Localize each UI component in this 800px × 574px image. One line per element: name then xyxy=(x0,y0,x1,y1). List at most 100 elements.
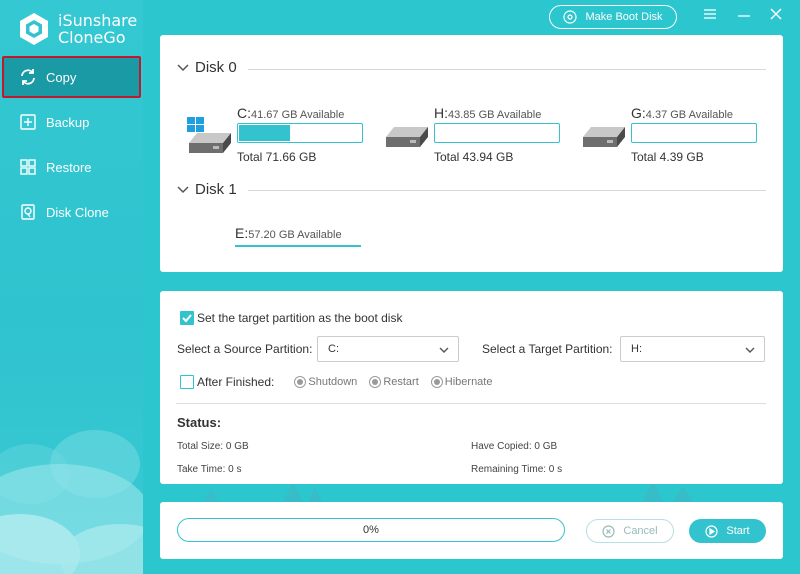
partition-available: 57.20 GB Available xyxy=(248,229,342,241)
source-label-text: Select a Source Partition: xyxy=(177,342,313,356)
boot-disk-label: Set the target partition as the boot dis… xyxy=(197,311,403,325)
status-take-time: Take Time: 0 s xyxy=(177,464,242,475)
partition-c-info: C:41.67 GB Available Total 71.66 GB xyxy=(237,105,385,164)
progress-percent: 0% xyxy=(363,524,379,536)
minimize-button[interactable] xyxy=(734,4,754,24)
drive-icon xyxy=(579,123,627,157)
clouds-decoration xyxy=(0,430,143,574)
partition-available: 41.67 GB Available xyxy=(251,109,345,121)
make-boot-disk-label: Make Boot Disk xyxy=(585,11,663,23)
close-button[interactable] xyxy=(766,4,786,24)
drive-icon xyxy=(382,123,430,157)
windows-drive-icon xyxy=(185,117,233,157)
menu-icon xyxy=(704,9,716,19)
menu-button[interactable] xyxy=(700,4,720,24)
radio-dot xyxy=(430,376,443,388)
divider xyxy=(176,403,766,404)
progress-bar: 0% xyxy=(177,518,565,542)
partition-total: Total 4.39 GB xyxy=(631,150,704,164)
divider xyxy=(248,69,766,70)
sidebar-item-disk-clone[interactable]: Disk Clone xyxy=(0,190,143,234)
partition-usage-bar xyxy=(631,123,757,143)
chevron-down-icon xyxy=(439,347,449,353)
status-remaining-time: Remaining Time: 0 s xyxy=(471,464,563,475)
target-label-text: Select a Target Partition: xyxy=(482,342,613,356)
partition-letter: H: xyxy=(434,105,448,121)
boot-disk-icon xyxy=(563,10,578,24)
sidebar-item-label: Copy xyxy=(46,69,77,85)
partition-available: 4.37 GB Available xyxy=(645,109,734,121)
sidebar-item-label: Restore xyxy=(46,159,92,175)
disk-clone-icon xyxy=(18,202,38,222)
boot-disk-option: Set the target partition as the boot dis… xyxy=(180,311,402,325)
partition-available: 43.85 GB Available xyxy=(448,109,542,121)
close-icon xyxy=(770,8,782,20)
disks-panel: Disk 0 C:41.67 GB Available Total 71.66 … xyxy=(160,35,783,272)
target-partition-select[interactable]: H: xyxy=(620,336,765,362)
partition-c[interactable]: C:41.67 GB Available Total 71.66 GB xyxy=(185,105,385,175)
radio-shutdown[interactable]: Shutdown xyxy=(294,376,357,388)
app-name-line2: CloneGo xyxy=(58,28,126,47)
status-total-size: Total Size: 0 GB xyxy=(177,441,249,452)
sidebar-nav: Copy Backup Restore Disk Clone xyxy=(0,56,143,235)
radio-label: Hibernate xyxy=(444,376,493,388)
app-logo: iSunshare CloneGo xyxy=(18,12,137,46)
chevron-down-icon xyxy=(745,347,755,353)
cancel-icon xyxy=(602,524,615,538)
divider xyxy=(248,190,766,191)
sidebar-item-restore[interactable]: Restore xyxy=(0,145,143,189)
partition-total: Total 71.66 GB xyxy=(237,150,317,164)
source-partition-label: Select a Source Partition: xyxy=(177,342,312,356)
play-icon xyxy=(705,524,718,538)
partition-letter: E: xyxy=(235,225,249,241)
radio-dot xyxy=(369,376,382,388)
partition-e-underline xyxy=(235,245,361,247)
partition-total: Total 43.94 GB xyxy=(434,150,514,164)
chevron-down-icon xyxy=(176,61,190,75)
sidebar-item-label: Backup xyxy=(46,114,90,130)
app-name-line1: iSunshare xyxy=(58,11,138,30)
disk0-title: Disk 0 xyxy=(195,59,237,76)
partition-letter: G: xyxy=(631,105,646,121)
minimize-icon xyxy=(738,15,750,17)
source-selected-value: C: xyxy=(328,343,339,355)
disk0-header[interactable]: Disk 0 xyxy=(176,59,237,76)
partition-usage-bar xyxy=(434,123,560,143)
copy-sync-icon xyxy=(18,67,38,87)
cancel-button[interactable]: Cancel xyxy=(586,519,674,543)
cancel-label: Cancel xyxy=(623,525,658,537)
boot-disk-checkbox[interactable] xyxy=(180,311,194,325)
radio-hibernate[interactable]: Hibernate xyxy=(430,376,493,388)
target-selected-value: H: xyxy=(631,343,642,355)
disk1-title: Disk 1 xyxy=(195,181,237,198)
source-partition-select[interactable]: C: xyxy=(317,336,459,362)
progress-panel: 0% Cancel Start xyxy=(160,502,783,559)
logo-icon xyxy=(18,12,50,46)
sidebar-item-backup[interactable]: Backup xyxy=(0,100,143,144)
sidebar-item-copy[interactable]: Copy xyxy=(2,56,141,98)
after-finished-option: After Finished: Shutdown Restart Hiberna… xyxy=(180,375,504,389)
make-boot-disk-button[interactable]: Make Boot Disk xyxy=(549,5,677,29)
partition-e[interactable]: E:57.20 GB Available xyxy=(235,225,361,247)
status-have-copied: Have Copied: 0 GB xyxy=(471,441,558,452)
disk1-header[interactable]: Disk 1 xyxy=(176,181,237,198)
radio-restart[interactable]: Restart xyxy=(369,376,419,388)
partition-h-info: H:43.85 GB Available Total 43.94 GB xyxy=(434,105,582,164)
sidebar: iSunshare CloneGo Copy Backup Restore Di… xyxy=(0,0,143,574)
after-finished-label: After Finished: xyxy=(197,375,275,389)
status-title: Status: xyxy=(177,415,222,430)
options-panel: Set the target partition as the boot dis… xyxy=(160,291,783,484)
restore-icon xyxy=(18,157,38,177)
partition-letter: C: xyxy=(237,105,251,121)
usage-fill xyxy=(239,125,291,141)
partition-h[interactable]: H:43.85 GB Available Total 43.94 GB xyxy=(382,105,582,175)
top-bar: Make Boot Disk xyxy=(143,0,800,34)
radio-dot xyxy=(294,376,307,388)
partition-g[interactable]: G:4.37 GB Available Total 4.39 GB xyxy=(579,105,779,175)
chevron-down-icon xyxy=(176,183,190,197)
after-finished-checkbox[interactable] xyxy=(180,375,194,389)
radio-label: Shutdown xyxy=(308,376,358,388)
target-partition-label: Select a Target Partition: xyxy=(482,342,613,356)
radio-label: Restart xyxy=(383,376,419,388)
start-button[interactable]: Start xyxy=(689,519,766,543)
